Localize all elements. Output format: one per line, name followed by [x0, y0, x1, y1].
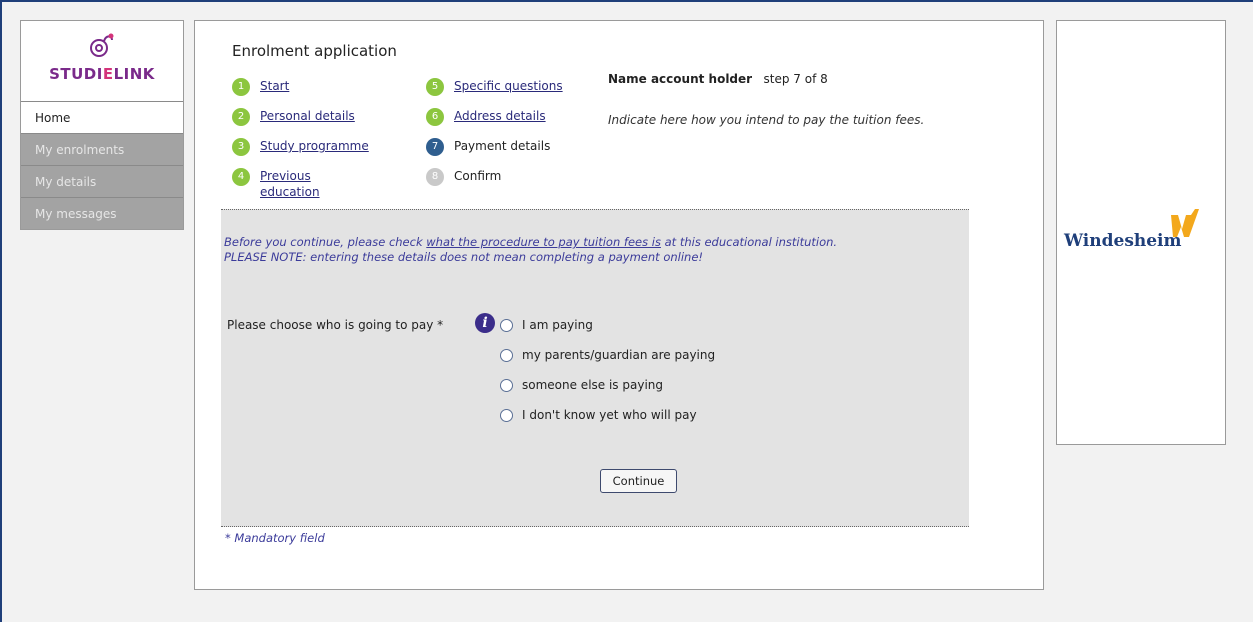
option-parents-paying[interactable]: my parents/guardian are paying: [500, 346, 715, 364]
windesheim-logo-text: Windesheim: [1064, 231, 1182, 251]
radio-label: someone else is paying: [522, 378, 664, 392]
step-link-personal-details[interactable]: Personal details: [260, 108, 355, 124]
step-link-previous-education[interactable]: Previous education: [260, 168, 320, 200]
payment-notice: Before you continue, please check what t…: [224, 235, 838, 264]
step-number: 5: [426, 78, 444, 96]
option-i-am-paying[interactable]: I am paying: [500, 316, 593, 334]
payer-question-label: Please choose who is going to pay *: [227, 318, 444, 332]
studielink-logo[interactable]: STUDIELINK: [21, 21, 183, 101]
studielink-logo-text: STUDIELINK: [49, 65, 155, 83]
page-title: Enrolment application: [232, 42, 397, 60]
step-number: 6: [426, 108, 444, 126]
step-6: 6 Address details: [426, 108, 546, 126]
step-number: 4: [232, 168, 250, 186]
info-icon[interactable]: i: [475, 313, 495, 333]
step-number: 1: [232, 78, 250, 96]
sidebar-item-home[interactable]: Home: [21, 101, 183, 133]
step-3: 3 Study programme: [232, 138, 369, 156]
sidebar: STUDIELINK Home My enrolments My details…: [20, 20, 184, 230]
step-label-confirm: Confirm: [454, 169, 502, 183]
radio-button[interactable]: [500, 378, 513, 392]
step-2: 2 Personal details: [232, 108, 355, 126]
radio-button[interactable]: [500, 348, 513, 362]
sidebar-item-my-messages[interactable]: My messages: [21, 197, 183, 229]
step-7: 7 Payment details: [426, 138, 550, 156]
section-heading: Name account holder step 7 of 8: [608, 72, 828, 86]
step-8: 8 Confirm: [426, 168, 501, 186]
step-link-start[interactable]: Start: [260, 78, 289, 94]
option-someone-else-paying[interactable]: someone else is paying: [500, 376, 663, 394]
radio-label: my parents/guardian are paying: [522, 348, 716, 362]
step-link-address-details[interactable]: Address details: [454, 108, 546, 124]
step-number: 8: [426, 168, 444, 186]
section-description: Indicate here how you intend to pay the …: [608, 113, 925, 127]
studielink-logo-icon: [90, 33, 114, 57]
option-dont-know-yet[interactable]: I don't know yet who will pay: [500, 406, 697, 424]
sidebar-item-my-enrolments[interactable]: My enrolments: [21, 133, 183, 165]
step-number: 3: [232, 138, 250, 156]
step-5: 5 Specific questions: [426, 78, 563, 96]
radio-label: I don't know yet who will pay: [522, 408, 697, 422]
institution-banner[interactable]: Windesheim: [1056, 20, 1226, 445]
payment-form-panel: Before you continue, please check what t…: [221, 209, 969, 527]
radio-label: I am paying: [522, 318, 593, 332]
main-content: Enrolment application 1 Start 2 Personal…: [194, 20, 1044, 590]
step-4: 4 Previous education: [232, 168, 320, 204]
radio-button[interactable]: [500, 318, 513, 332]
continue-button[interactable]: Continue: [600, 469, 677, 493]
step-1: 1 Start: [232, 78, 289, 96]
mandatory-field-note: * Mandatory field: [225, 531, 325, 545]
step-link-specific-questions[interactable]: Specific questions: [454, 78, 563, 94]
step-link-study-programme[interactable]: Study programme: [260, 138, 369, 154]
radio-button[interactable]: [500, 408, 513, 422]
step-label-payment-details: Payment details: [454, 139, 551, 153]
step-number: 7: [426, 138, 444, 156]
sidebar-item-my-details[interactable]: My details: [21, 165, 183, 197]
step-number: 2: [232, 108, 250, 126]
tuition-procedure-link[interactable]: what the procedure to pay tuition fees i…: [426, 235, 661, 249]
